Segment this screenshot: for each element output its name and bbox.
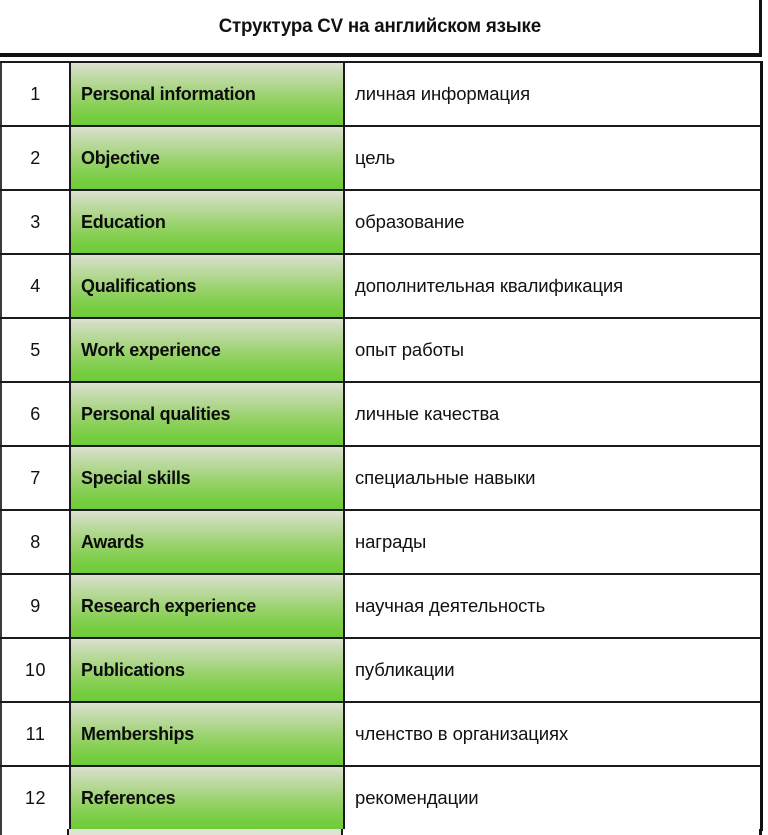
translation-cell: публикации bbox=[344, 637, 763, 703]
table-row: 9 Research experience научная деятельность bbox=[0, 573, 763, 639]
translation-cell: личные качества bbox=[344, 381, 763, 447]
term-cell: References bbox=[70, 765, 345, 831]
table-row: 4 Qualifications дополнительная квалификац… bbox=[0, 253, 763, 319]
cv-structure-sheet: Структура CV на английском языке 1 Person… bbox=[0, 0, 768, 835]
term-label: Qualifications bbox=[81, 275, 197, 296]
term-label: Objective bbox=[81, 147, 160, 168]
row-index-cell: 8 bbox=[0, 509, 71, 575]
translation-cell: членство в организациях bbox=[344, 701, 763, 767]
bleed-translation-cell bbox=[343, 829, 762, 835]
table-row: 2 Objective цель bbox=[0, 125, 763, 191]
row-index-cell: 6 bbox=[0, 381, 71, 447]
row-index-cell: 1 bbox=[0, 61, 71, 127]
term-highlight-chip: Research experience bbox=[71, 575, 343, 637]
row-index-cell: 5 bbox=[0, 317, 71, 383]
term-highlight-chip: Personal information bbox=[71, 63, 343, 125]
translation-cell: специальные навыки bbox=[344, 445, 763, 511]
row-index-cell: 7 bbox=[0, 445, 71, 511]
page-title-text: Структура CV на английском языке bbox=[218, 15, 541, 37]
bleed-index-cell bbox=[0, 829, 69, 835]
table-row: 6 Personal qualities личные качества bbox=[0, 381, 763, 447]
term-highlight-chip: Personal qualities bbox=[71, 383, 343, 445]
cv-structure-table: 1 Personal information личная информация 2 O… bbox=[0, 61, 763, 831]
table-row: 12 References рекомендации bbox=[0, 765, 763, 831]
table-row: 3 Education образование bbox=[0, 189, 763, 255]
translation-cell: дополнительная квалификация bbox=[344, 253, 763, 319]
term-highlight-chip: Qualifications bbox=[71, 255, 343, 317]
translation-cell: цель bbox=[344, 125, 763, 191]
translation-cell: личная информация bbox=[344, 61, 763, 127]
term-cell: Research experience bbox=[70, 573, 345, 639]
term-cell: Memberships bbox=[70, 701, 345, 767]
translation-cell: образование bbox=[344, 189, 763, 255]
table-row: 1 Personal information личная информация bbox=[0, 61, 763, 127]
term-label: References bbox=[81, 787, 176, 808]
table-row: 7 Special skills специальные навыки bbox=[0, 445, 763, 511]
term-cell: Objective bbox=[70, 125, 345, 191]
cv-structure-table-wrapper: 1 Personal information личная информация 2 O… bbox=[0, 61, 763, 831]
term-label: Work experience bbox=[81, 339, 221, 360]
term-highlight-chip: Awards bbox=[71, 511, 343, 573]
row-index-cell: 10 bbox=[0, 637, 71, 703]
row-index-cell: 4 bbox=[0, 253, 71, 319]
term-cell: Awards bbox=[70, 509, 345, 575]
bleed-term-cell bbox=[69, 829, 343, 835]
translation-cell: научная деятельность bbox=[344, 573, 763, 639]
table-row: 5 Work experience опыт работы bbox=[0, 317, 763, 383]
row-index-cell: 11 bbox=[0, 701, 71, 767]
term-cell: Special skills bbox=[70, 445, 345, 511]
row-index-cell: 2 bbox=[0, 125, 71, 191]
row-index-cell: 3 bbox=[0, 189, 71, 255]
term-label: Publications bbox=[81, 659, 185, 680]
term-cell: Personal information bbox=[70, 61, 345, 127]
table-bottom-bleed bbox=[0, 829, 762, 835]
term-cell: Personal qualities bbox=[70, 381, 345, 447]
term-highlight-chip: References bbox=[71, 767, 343, 829]
term-label: Awards bbox=[81, 531, 145, 552]
term-highlight-chip: Education bbox=[71, 191, 343, 253]
term-label: Special skills bbox=[81, 467, 191, 488]
term-label: Personal qualities bbox=[81, 403, 231, 424]
row-index-cell: 9 bbox=[0, 573, 71, 639]
page-title: Структура CV на английском языке bbox=[0, 0, 762, 57]
translation-cell: рекомендации bbox=[344, 765, 763, 831]
term-highlight-chip: Objective bbox=[71, 127, 343, 189]
translation-cell: награды bbox=[344, 509, 763, 575]
term-highlight-chip: Work experience bbox=[71, 319, 343, 381]
table-body: 1 Personal information личная информация 2 O… bbox=[0, 61, 763, 831]
term-label: Personal information bbox=[81, 83, 256, 104]
term-cell: Work experience bbox=[70, 317, 345, 383]
table-row: 11 Memberships членство в организациях bbox=[0, 701, 763, 767]
term-label: Education bbox=[81, 211, 166, 232]
term-label: Research experience bbox=[81, 595, 256, 616]
table-row: 8 Awards награды bbox=[0, 509, 763, 575]
translation-cell: опыт работы bbox=[344, 317, 763, 383]
term-cell: Education bbox=[70, 189, 345, 255]
term-highlight-chip: Special skills bbox=[71, 447, 343, 509]
term-label: Memberships bbox=[81, 723, 195, 744]
term-cell: Publications bbox=[70, 637, 345, 703]
term-highlight-chip: Publications bbox=[71, 639, 343, 701]
term-highlight-chip: Memberships bbox=[71, 703, 343, 765]
row-index-cell: 12 bbox=[0, 765, 71, 831]
term-cell: Qualifications bbox=[70, 253, 345, 319]
table-row: 10 Publications публикации bbox=[0, 637, 763, 703]
